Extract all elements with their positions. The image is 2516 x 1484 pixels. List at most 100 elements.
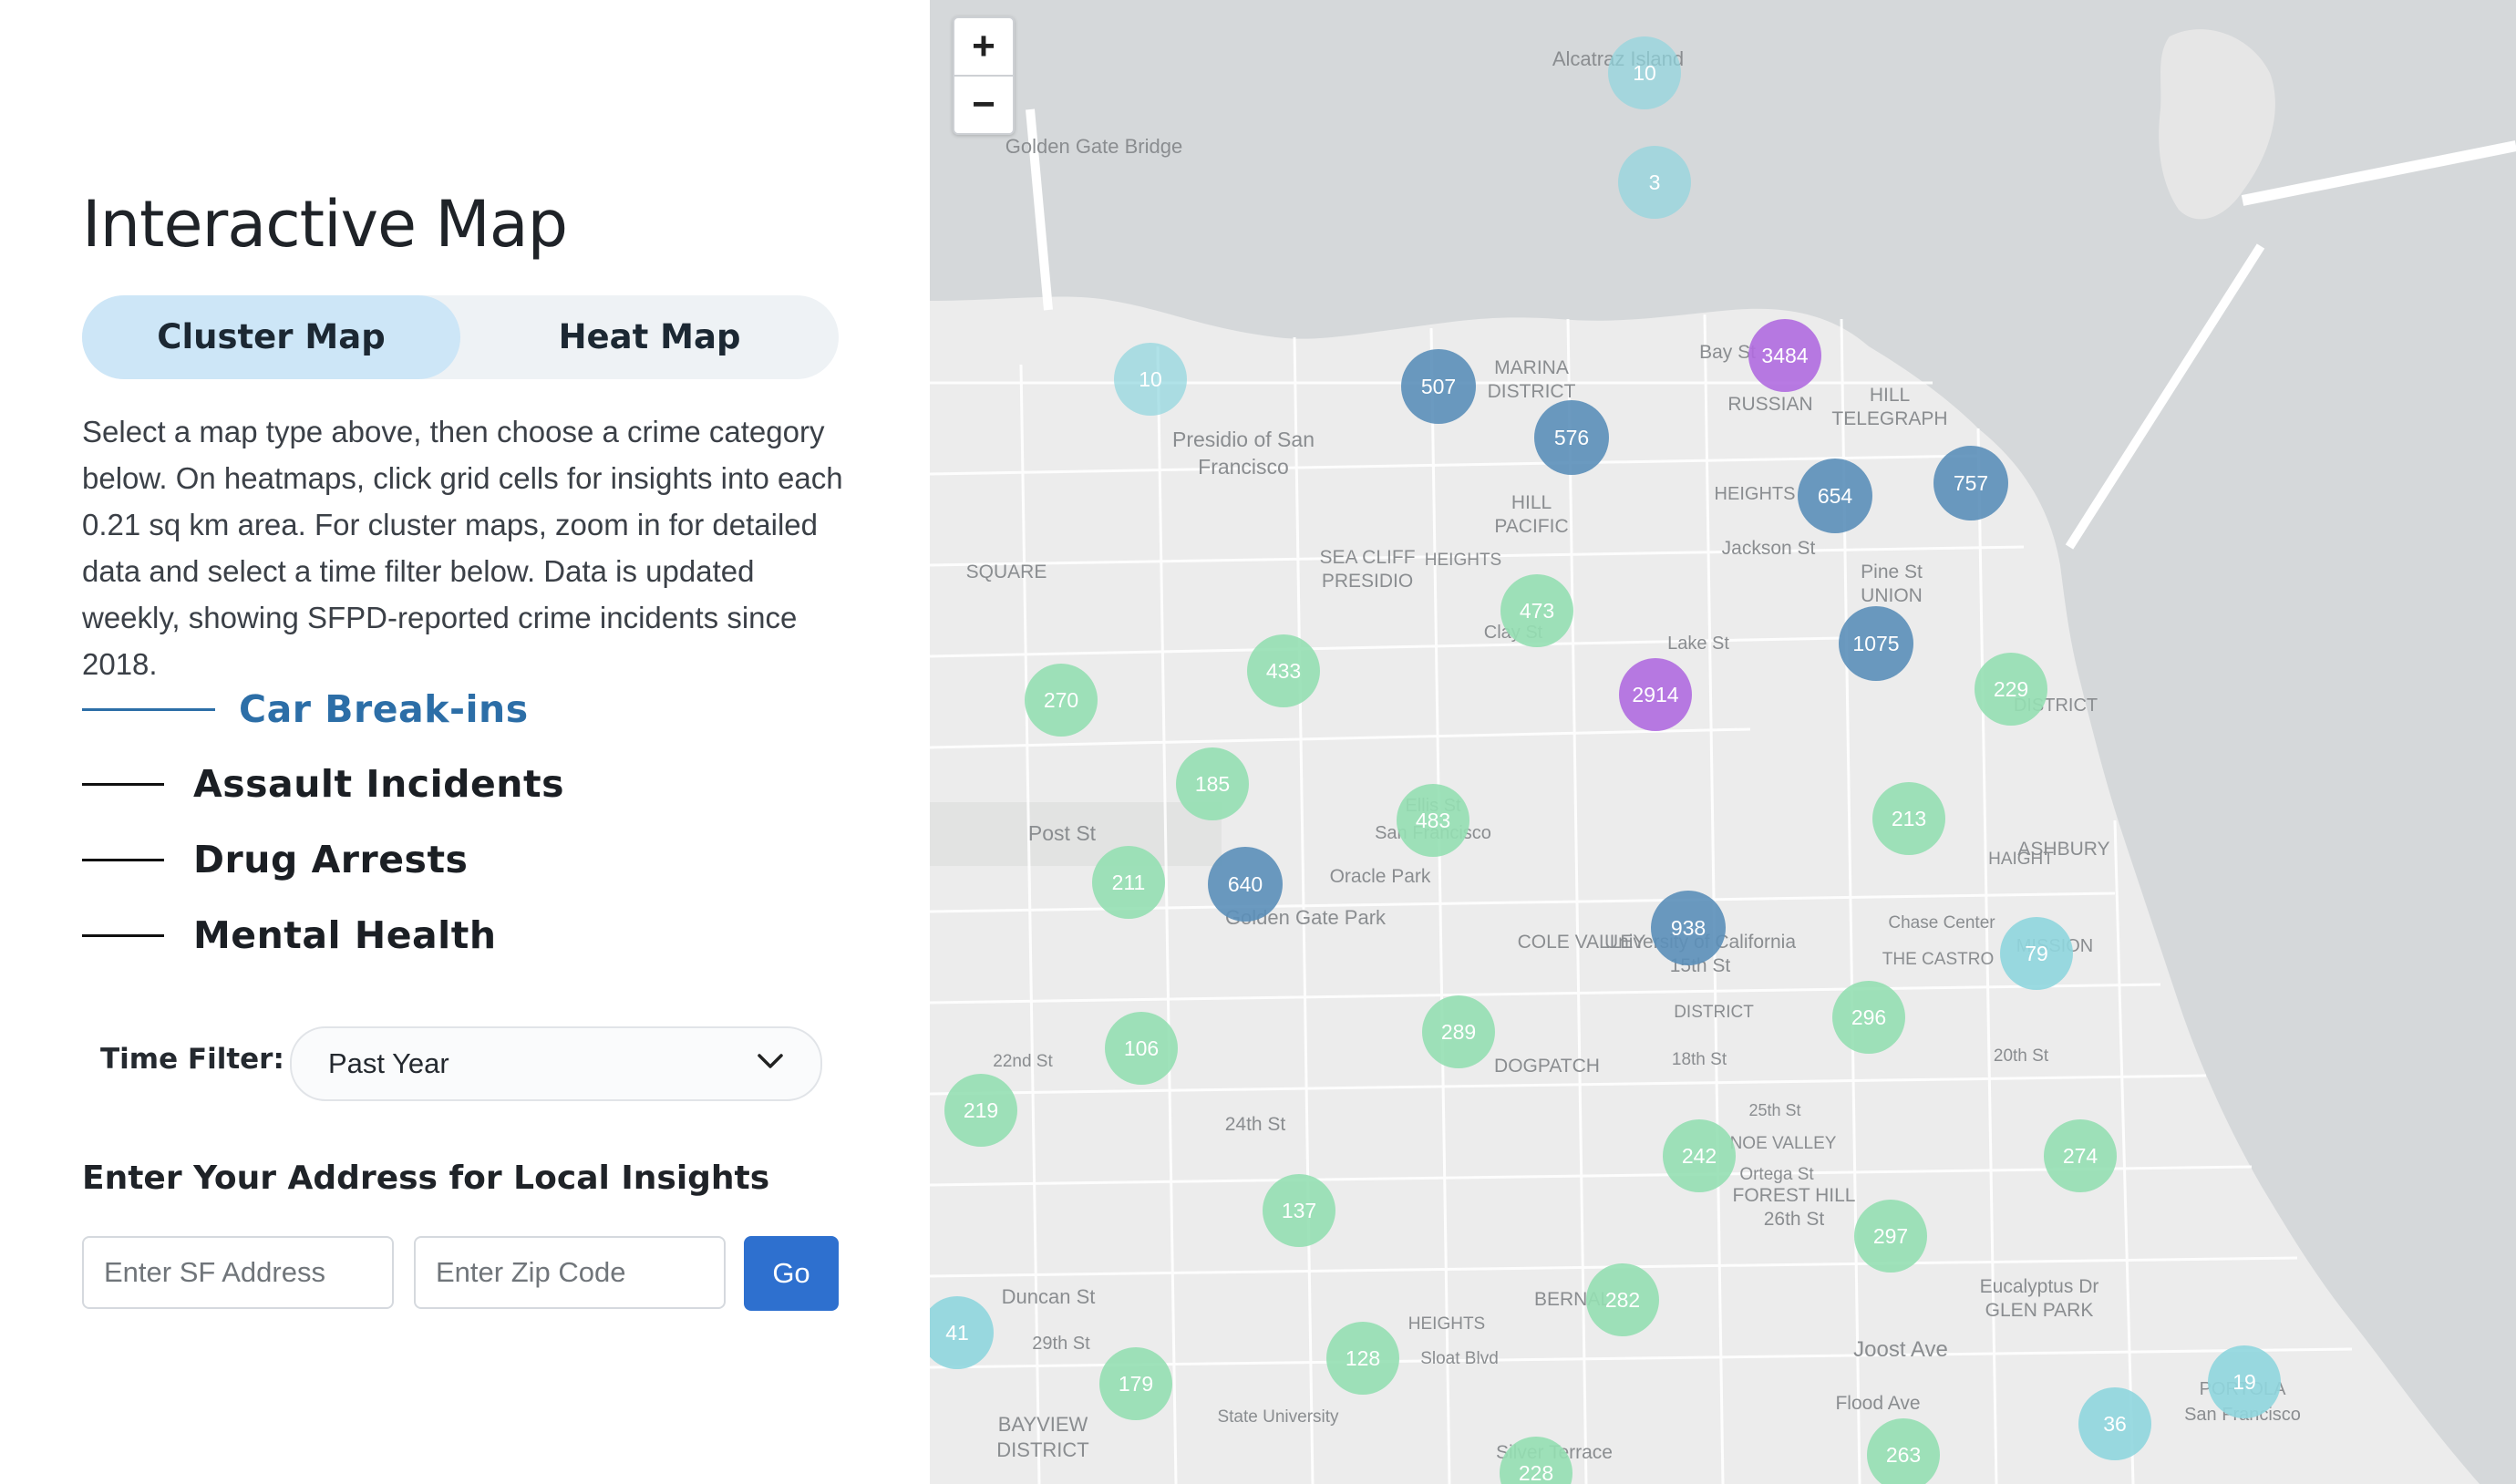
cluster-marker[interactable]: 640 bbox=[1208, 847, 1283, 922]
category-drug-arrests[interactable]: Drug Arrests bbox=[82, 832, 468, 887]
category-car-break-ins[interactable]: Car Break-ins bbox=[82, 682, 529, 737]
cluster-marker[interactable]: 10 bbox=[1608, 36, 1681, 109]
map-place-label: FOREST HILL bbox=[1733, 1185, 1856, 1206]
cluster-marker[interactable]: 3484 bbox=[1748, 319, 1821, 392]
cluster-count: 79 bbox=[2025, 942, 2048, 965]
cluster-marker[interactable]: 185 bbox=[1176, 747, 1249, 820]
category-label: Assault Incidents bbox=[193, 762, 564, 806]
cluster-count: 296 bbox=[1851, 1005, 1886, 1029]
category-mental-health[interactable]: Mental Health bbox=[82, 908, 497, 963]
heat-map-tab[interactable]: Heat Map bbox=[460, 295, 839, 379]
map-place-label: DISTRICT bbox=[1674, 1003, 1754, 1022]
category-line bbox=[82, 782, 164, 786]
cluster-marker[interactable]: 757 bbox=[1933, 446, 2008, 520]
cluster-count: 3484 bbox=[1761, 344, 1808, 367]
time-filter-select[interactable]: Past Year bbox=[290, 1026, 822, 1101]
cluster-count: 36 bbox=[2103, 1412, 2127, 1436]
cluster-marker[interactable]: 19 bbox=[2208, 1345, 2281, 1418]
cluster-count: 10 bbox=[1633, 61, 1656, 85]
map-place-label: BAYVIEW bbox=[998, 1413, 1088, 1436]
cluster-marker[interactable]: 507 bbox=[1401, 349, 1476, 424]
cluster-marker[interactable]: 1075 bbox=[1839, 606, 1913, 681]
go-button[interactable]: Go bbox=[744, 1236, 839, 1311]
map-place-label: Golden Gate Bridge bbox=[1005, 135, 1182, 158]
cluster-marker[interactable]: 576 bbox=[1534, 400, 1609, 475]
cluster-count: 938 bbox=[1671, 916, 1706, 940]
cluster-marker[interactable]: 2914 bbox=[1619, 658, 1692, 731]
map-place-label: RUSSIAN bbox=[1727, 394, 1812, 415]
map-place-label: State University bbox=[1217, 1407, 1339, 1427]
cluster-count: 219 bbox=[964, 1098, 998, 1122]
cluster-marker[interactable]: 128 bbox=[1326, 1322, 1399, 1395]
cluster-marker[interactable]: 270 bbox=[1025, 664, 1098, 737]
map-place-label: NOE VALLEY bbox=[1730, 1134, 1837, 1153]
map-place-label: Flood Ave bbox=[1835, 1393, 1920, 1414]
category-line bbox=[82, 858, 164, 861]
cluster-marker[interactable]: 137 bbox=[1263, 1174, 1335, 1247]
map-place-label: THE CASTRO bbox=[1882, 950, 1994, 969]
cluster-marker[interactable]: 79 bbox=[2000, 917, 2073, 990]
cluster-marker[interactable]: 282 bbox=[1586, 1263, 1659, 1336]
chevron-down-icon bbox=[758, 1054, 783, 1068]
cluster-count: 282 bbox=[1605, 1288, 1640, 1312]
cluster-marker[interactable]: 297 bbox=[1854, 1200, 1927, 1273]
cluster-count: 473 bbox=[1520, 599, 1554, 623]
cluster-marker[interactable]: 10 bbox=[1114, 343, 1187, 416]
cluster-marker[interactable]: 219 bbox=[944, 1074, 1017, 1147]
cluster-marker[interactable]: 938 bbox=[1651, 891, 1726, 965]
map-place-label: Pine St bbox=[1861, 562, 1923, 582]
zoom-out-button[interactable]: − bbox=[954, 77, 1013, 133]
cluster-marker[interactable]: 483 bbox=[1397, 784, 1469, 857]
cluster-marker[interactable]: 211 bbox=[1092, 846, 1165, 919]
map-place-label: PRESIDIO bbox=[1322, 571, 1413, 592]
map-place-label: Sloat Blvd bbox=[1420, 1349, 1499, 1368]
cluster-marker[interactable]: 242 bbox=[1663, 1119, 1736, 1192]
time-filter-value: Past Year bbox=[328, 1047, 449, 1079]
map-place-label: PACIFIC bbox=[1494, 516, 1568, 537]
cluster-count: 1075 bbox=[1852, 632, 1899, 655]
sidebar: Interactive Map Cluster Map Heat Map Sel… bbox=[0, 0, 930, 1484]
cluster-count: 433 bbox=[1266, 659, 1301, 683]
cluster-count: 483 bbox=[1416, 809, 1450, 832]
map-place-label: DISTRICT bbox=[996, 1438, 1088, 1461]
map-place-label: HILL bbox=[1511, 492, 1552, 513]
zoom-control: + − bbox=[953, 16, 1015, 135]
map-place-label: SQUARE bbox=[966, 562, 1047, 582]
cluster-map-tab[interactable]: Cluster Map bbox=[82, 295, 460, 379]
map-place-label: TELEGRAPH bbox=[1831, 408, 1947, 429]
category-line bbox=[82, 933, 164, 937]
map-place-label: 29th St bbox=[1032, 1334, 1090, 1354]
cluster-marker[interactable]: 36 bbox=[2078, 1387, 2151, 1460]
cluster-marker[interactable]: 296 bbox=[1832, 981, 1905, 1054]
map-place-label: 26th St bbox=[1764, 1209, 1825, 1230]
cluster-marker[interactable]: 274 bbox=[2044, 1119, 2117, 1192]
address-heading: Enter Your Address for Local Insights bbox=[82, 1159, 770, 1197]
map-place-label: DISTRICT bbox=[1488, 381, 1576, 402]
category-label: Car Break-ins bbox=[239, 687, 529, 731]
map-place-label: Oracle Park bbox=[1330, 866, 1431, 887]
cluster-marker[interactable]: 106 bbox=[1105, 1012, 1178, 1085]
cluster-marker[interactable]: 179 bbox=[1099, 1347, 1172, 1420]
zoom-in-button[interactable]: + bbox=[954, 18, 1013, 77]
map-canvas[interactable]: Alcatraz IslandGolden Gate BridgePresidi… bbox=[930, 0, 2516, 1484]
map-place-label: 24th St bbox=[1225, 1114, 1286, 1135]
cluster-marker[interactable]: 289 bbox=[1422, 995, 1495, 1068]
cluster-marker[interactable]: 433 bbox=[1247, 634, 1320, 707]
map-place-label: HEIGHTS bbox=[1408, 1314, 1485, 1334]
cluster-count: 297 bbox=[1873, 1224, 1908, 1248]
map-place-label: DOGPATCH bbox=[1494, 1056, 1600, 1077]
cluster-marker[interactable]: 3 bbox=[1618, 146, 1691, 219]
cluster-marker[interactable]: 654 bbox=[1798, 459, 1872, 533]
map-place-label: Jackson St bbox=[1722, 538, 1816, 559]
category-label: Mental Health bbox=[193, 913, 497, 957]
map-place-label: Francisco bbox=[1198, 455, 1289, 479]
category-assault-incidents[interactable]: Assault Incidents bbox=[82, 757, 564, 811]
map-place-label: 20th St bbox=[1994, 1046, 2049, 1066]
cluster-marker[interactable]: 213 bbox=[1872, 782, 1945, 855]
zip-code-input[interactable] bbox=[414, 1236, 726, 1309]
cluster-count: 213 bbox=[1892, 807, 1926, 830]
address-input[interactable] bbox=[82, 1236, 394, 1309]
cluster-marker[interactable]: 229 bbox=[1975, 653, 2047, 726]
cluster-marker[interactable]: 473 bbox=[1500, 574, 1573, 647]
cluster-count: 229 bbox=[1994, 677, 2028, 701]
